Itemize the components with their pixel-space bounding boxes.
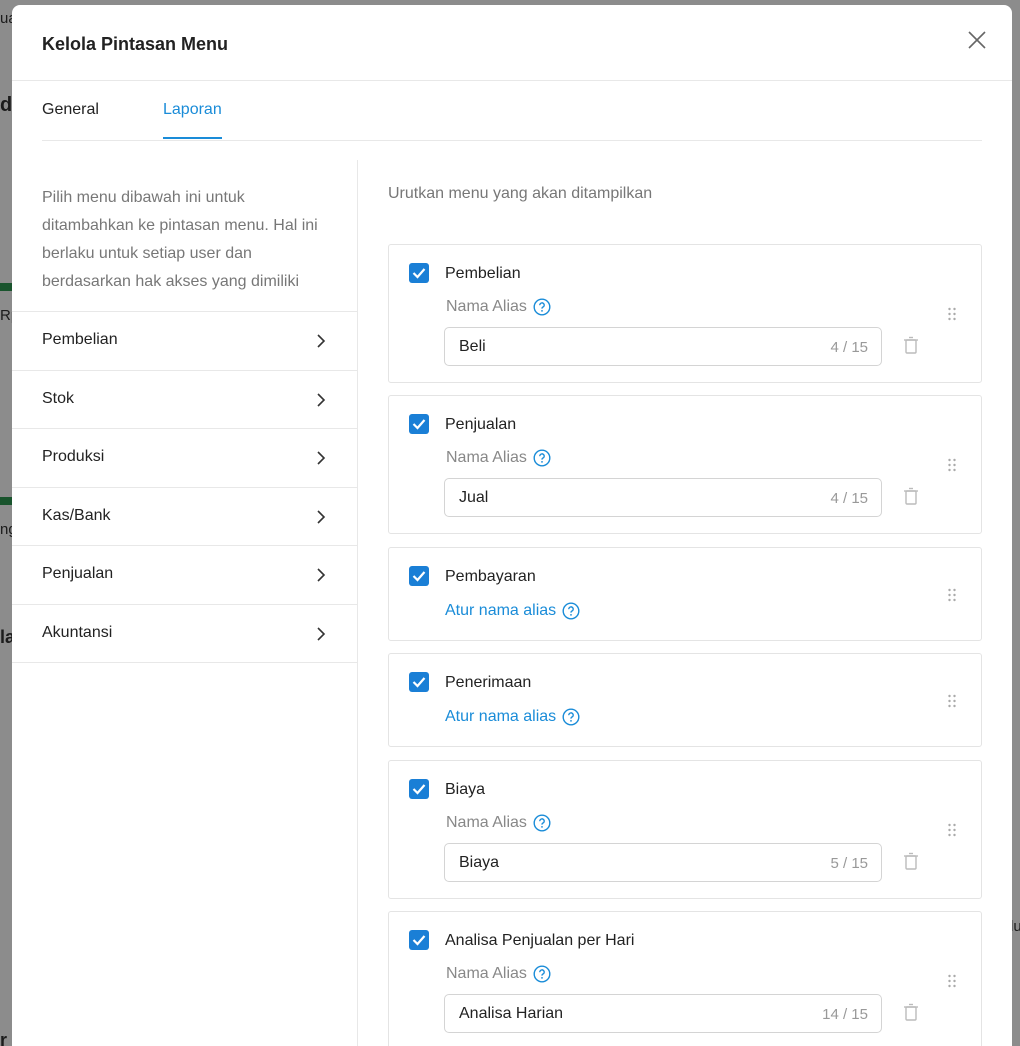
set-alias-link-text: Atur nama alias [445, 602, 557, 619]
menu-card-penjualan: Penjualan Nama Alias Jual 4 / 15 [388, 395, 982, 534]
alias-char-count: 4 / 15 [830, 339, 868, 356]
help-icon[interactable] [533, 814, 551, 832]
menu-card-penerimaan: Penerimaan Atur nama alias [388, 653, 982, 747]
alias-label: Nama Alias [446, 965, 551, 983]
category-label: Produksi [42, 448, 105, 465]
drag-handle-icon[interactable] [947, 974, 957, 988]
check-icon [412, 571, 426, 582]
alias-label-text: Nama Alias [446, 814, 527, 831]
tab-bar: General Laporan [42, 81, 982, 141]
alias-label: Nama Alias [446, 449, 551, 467]
alias-input-value: Jual [459, 489, 489, 506]
trash-icon[interactable] [903, 1003, 919, 1021]
menu-card-biaya: Biaya Nama Alias Biaya 5 / 15 [388, 760, 982, 899]
menu-checkbox[interactable] [409, 566, 429, 586]
alias-label: Nama Alias [446, 298, 551, 316]
menu-card-title: Pembayaran [445, 568, 536, 585]
drag-handle-icon[interactable] [947, 823, 957, 837]
tab-general[interactable]: General [42, 101, 99, 137]
menu-category-panel: Pilih menu dibawah ini untuk ditambahkan… [12, 160, 358, 1046]
alias-char-count: 14 / 15 [822, 1006, 868, 1023]
category-label: Akuntansi [42, 623, 113, 641]
category-description: Pilih menu dibawah ini untuk ditambahkan… [12, 160, 357, 312]
selected-menu-description: Urutkan menu yang akan ditampilkan [388, 185, 653, 202]
chevron-right-icon [317, 568, 326, 582]
help-icon[interactable] [533, 449, 551, 467]
check-icon [412, 935, 426, 946]
category-label: Pembelian [42, 331, 118, 348]
menu-card-title: Penjualan [445, 416, 517, 433]
trash-icon[interactable] [903, 852, 919, 870]
menu-checkbox[interactable] [409, 930, 429, 950]
category-label: Stok [42, 389, 75, 407]
drag-handle-icon[interactable] [947, 694, 957, 708]
selected-menu-panel: Urutkan menu yang akan ditampilkan Pembe… [358, 160, 1012, 1046]
chevron-right-icon [317, 509, 326, 524]
drag-handle-icon[interactable] [947, 458, 957, 472]
alias-input-value: Analisa Harian [459, 1005, 564, 1022]
set-alias-link-text: Atur nama alias [445, 708, 557, 725]
close-button[interactable] [966, 29, 988, 51]
check-icon [412, 784, 426, 795]
category-label: Penjualan [42, 565, 114, 582]
check-icon [412, 677, 426, 688]
close-icon [968, 31, 986, 49]
category-item-akuntansi[interactable]: Akuntansi [12, 605, 357, 663]
help-icon[interactable] [533, 965, 551, 983]
alias-input[interactable]: Biaya 5 / 15 [444, 843, 882, 882]
trash-icon[interactable] [903, 336, 919, 354]
category-label: Kas/Bank [42, 506, 111, 524]
menu-card-title: Analisa Penjualan per Hari [445, 932, 635, 949]
drag-handle-icon[interactable] [947, 588, 957, 602]
modal-header: Kelola Pintasan Menu [12, 5, 1012, 81]
alias-char-count: 5 / 15 [830, 855, 868, 872]
modal-title: Kelola Pintasan Menu [42, 34, 229, 54]
chevron-right-icon [317, 451, 326, 465]
menu-card-analisa-penjualan-per-hari: Analisa Penjualan per Hari Nama Alias An… [388, 911, 982, 1046]
category-item-pembelian[interactable]: Pembelian [12, 312, 357, 371]
set-alias-link[interactable]: Atur nama alias [445, 708, 580, 726]
check-icon [412, 268, 426, 279]
alias-input[interactable]: Beli 4 / 15 [444, 327, 882, 366]
category-item-kas-bank[interactable]: Kas/Bank [12, 488, 357, 546]
chevron-right-icon [317, 392, 326, 407]
category-item-stok[interactable]: Stok [12, 371, 357, 429]
alias-input[interactable]: Analisa Harian 14 / 15 [444, 994, 882, 1033]
menu-card-pembayaran: Pembayaran Atur nama alias [388, 547, 982, 641]
menu-card-title: Pembelian [445, 265, 521, 282]
shortcut-menu-modal: Kelola Pintasan Menu General Laporan Pil… [12, 5, 1012, 1046]
alias-char-count: 4 / 15 [830, 490, 868, 507]
trash-icon[interactable] [903, 487, 919, 505]
alias-label-text: Nama Alias [446, 449, 527, 466]
alias-label-text: Nama Alias [446, 298, 527, 315]
set-alias-link[interactable]: Atur nama alias [445, 602, 580, 620]
alias-input[interactable]: Jual 4 / 15 [444, 478, 882, 517]
chevron-right-icon [317, 626, 326, 641]
alias-label: Nama Alias [446, 814, 551, 832]
menu-checkbox[interactable] [409, 672, 429, 692]
category-item-produksi[interactable]: Produksi [12, 429, 357, 488]
help-icon[interactable] [533, 298, 551, 316]
menu-checkbox[interactable] [409, 779, 429, 799]
alias-label-text: Nama Alias [446, 965, 527, 982]
menu-checkbox[interactable] [409, 263, 429, 283]
chevron-right-icon [317, 334, 326, 348]
check-icon [412, 419, 426, 430]
alias-input-value: Beli [459, 338, 486, 355]
help-icon[interactable] [562, 602, 580, 620]
tab-laporan[interactable]: Laporan [163, 101, 222, 139]
category-item-penjualan[interactable]: Penjualan [12, 546, 357, 605]
help-icon[interactable] [562, 708, 580, 726]
drag-handle-icon[interactable] [947, 307, 957, 321]
menu-card-title: Biaya [445, 781, 486, 798]
alias-input-value: Biaya [459, 854, 500, 871]
menu-checkbox[interactable] [409, 414, 429, 434]
menu-card-pembelian: Pembelian Nama Alias Beli 4 / 15 [388, 244, 982, 383]
menu-card-title: Penerimaan [445, 674, 532, 691]
